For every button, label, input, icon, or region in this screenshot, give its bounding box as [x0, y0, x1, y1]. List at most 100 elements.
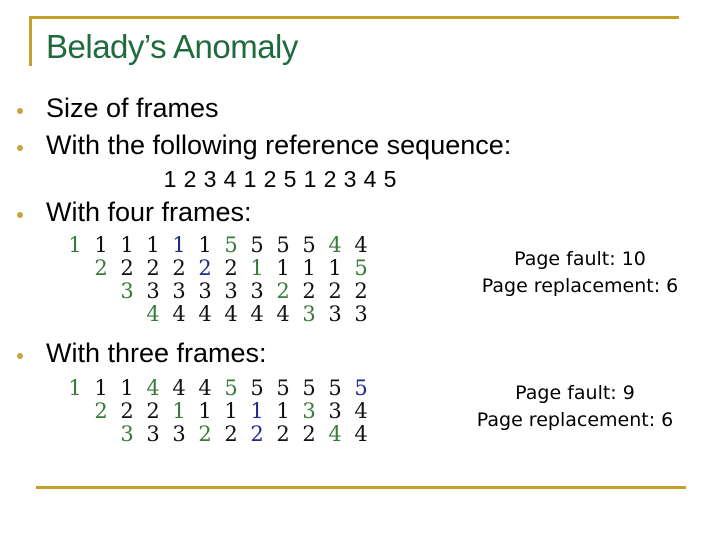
- sequence-item: 4: [223, 166, 237, 192]
- frame-cell: 1: [68, 233, 82, 257]
- frame-cell: 2: [224, 422, 238, 446]
- frame-cell: 4: [172, 302, 186, 326]
- frame-cell: 5: [224, 376, 238, 400]
- frame-cell: 1: [276, 256, 290, 280]
- frame-cell: 5: [302, 376, 316, 400]
- frame-cell: 1: [276, 399, 290, 423]
- frame-cell: 3: [198, 279, 212, 303]
- frame-cell: 3: [250, 279, 264, 303]
- bullet-icon: [17, 145, 23, 151]
- left-rule: [29, 16, 32, 66]
- frame-cell: 4: [198, 302, 212, 326]
- bullet-icon: [17, 212, 23, 218]
- frame-cell: 2: [198, 422, 212, 446]
- sequence-item: 1: [163, 166, 177, 192]
- frame-cell: 4: [250, 302, 264, 326]
- frame-cell: 1: [172, 233, 186, 257]
- frame-cell: 1: [302, 256, 316, 280]
- frame-cell: 1: [198, 399, 212, 423]
- frame-cell: 2: [276, 279, 290, 303]
- frame-cell: 1: [94, 233, 108, 257]
- frame-cell: 2: [120, 399, 134, 423]
- frame-cell: 3: [224, 279, 238, 303]
- frame-cell: 3: [120, 422, 134, 446]
- frame-cell: 1: [224, 399, 238, 423]
- frame-cell: 2: [276, 422, 290, 446]
- frame-cell: 3: [146, 279, 160, 303]
- page-replacement-count: Page replacement: 6: [481, 275, 679, 297]
- frame-cell: 1: [94, 376, 108, 400]
- three-frames-stats: Page fault: 9 Page replacement: 6: [435, 380, 715, 434]
- four-frames-stats: Page fault: 10 Page replacement: 6: [440, 246, 720, 300]
- frame-cell: 1: [120, 233, 134, 257]
- sequence-item: 3: [343, 166, 357, 192]
- frame-cell: 2: [146, 256, 160, 280]
- frame-cell: 2: [302, 279, 316, 303]
- frame-cell: 1: [250, 256, 264, 280]
- sequence-item: 3: [203, 166, 217, 192]
- frame-cell: 1: [328, 256, 342, 280]
- frame-cell: 2: [354, 279, 368, 303]
- frame-cell: 1: [120, 376, 134, 400]
- frame-cell: 3: [172, 422, 186, 446]
- frame-cell: 2: [224, 256, 238, 280]
- frame-cell: 5: [328, 376, 342, 400]
- frame-cell: 3: [328, 399, 342, 423]
- bullet-three-frames: With three frames:: [46, 338, 267, 368]
- page-fault-count: Page fault: 10: [514, 248, 646, 270]
- frame-cell: 4: [198, 376, 212, 400]
- frame-cell: 2: [94, 256, 108, 280]
- frame-cell: 1: [198, 233, 212, 257]
- sequence-item: 5: [383, 166, 397, 192]
- frame-cell: 1: [172, 399, 186, 423]
- frame-cell: 4: [328, 422, 342, 446]
- frame-cell: 3: [146, 422, 160, 446]
- frame-cell: 3: [302, 302, 316, 326]
- frame-cell: 4: [354, 422, 368, 446]
- slide-title: Belady’s Anomaly: [46, 28, 298, 65]
- frame-cell: 3: [328, 302, 342, 326]
- frame-cell: 4: [354, 399, 368, 423]
- frame-cell: 2: [120, 256, 134, 280]
- frame-cell: 2: [146, 399, 160, 423]
- sequence-item: 2: [183, 166, 197, 192]
- frame-cell: 4: [146, 302, 160, 326]
- bullet-icon: [17, 108, 23, 114]
- sequence-item: 1: [303, 166, 317, 192]
- sequence-item: 2: [263, 166, 277, 192]
- frame-cell: 4: [354, 233, 368, 257]
- frame-cell: 4: [276, 302, 290, 326]
- sequence-item: 2: [323, 166, 337, 192]
- frame-cell: 2: [250, 422, 264, 446]
- frame-cell: 4: [146, 376, 160, 400]
- frame-cell: 5: [354, 376, 368, 400]
- frame-cell: 5: [276, 376, 290, 400]
- frame-cell: 1: [250, 399, 264, 423]
- frame-cell: 5: [276, 233, 290, 257]
- frame-cell: 3: [354, 302, 368, 326]
- frame-cell: 5: [250, 376, 264, 400]
- frame-cell: 3: [120, 279, 134, 303]
- page-fault-count: Page fault: 9: [515, 382, 635, 404]
- frame-cell: 2: [328, 279, 342, 303]
- bullet-reference-sequence: With the following reference sequence:: [46, 130, 512, 160]
- frame-cell: 4: [224, 302, 238, 326]
- frame-cell: 1: [68, 376, 82, 400]
- frame-cell: 4: [172, 376, 186, 400]
- frame-cell: 5: [302, 233, 316, 257]
- sequence-item: 1: [243, 166, 257, 192]
- frame-cell: 2: [302, 422, 316, 446]
- page-replacement-count: Page replacement: 6: [476, 409, 674, 431]
- frame-cell: 5: [250, 233, 264, 257]
- frame-cell: 2: [94, 399, 108, 423]
- frame-cell: 3: [172, 279, 186, 303]
- frame-cell: 5: [224, 233, 238, 257]
- bottom-rule: [36, 486, 686, 489]
- frame-cell: 4: [328, 233, 342, 257]
- frame-cell: 2: [198, 256, 212, 280]
- reference-sequence: 123412512345: [160, 166, 400, 193]
- frame-cell: 5: [354, 256, 368, 280]
- top-rule: [29, 16, 679, 19]
- frame-cell: 1: [146, 233, 160, 257]
- sequence-item: 5: [283, 166, 297, 192]
